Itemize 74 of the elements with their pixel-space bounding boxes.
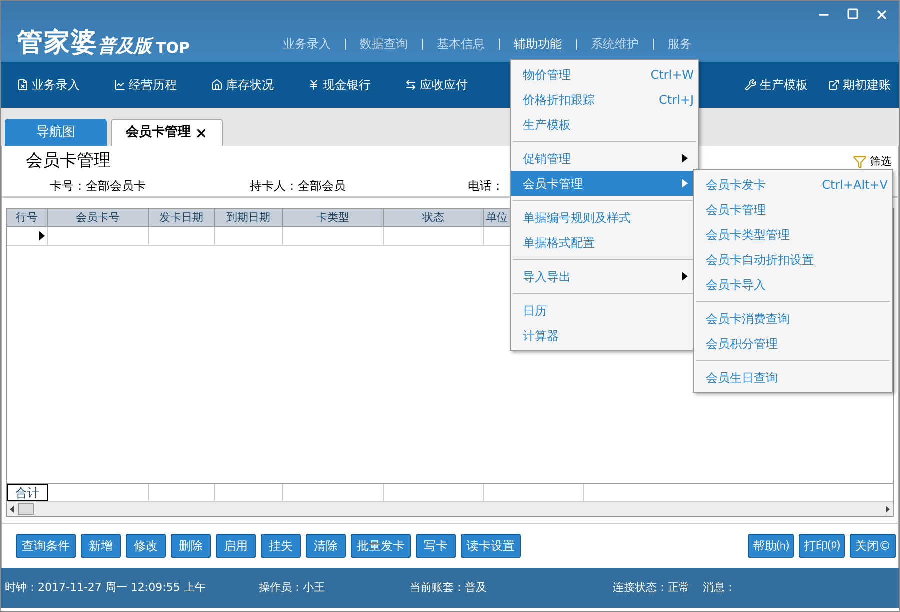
menu-item[interactable]: 会员卡类型管理	[694, 222, 892, 247]
toolbar-button[interactable]: 生产模板	[745, 76, 808, 94]
status-text: 消息：	[703, 580, 736, 596]
toolbar-button[interactable]: 现金银行	[308, 76, 371, 94]
menu-tab[interactable]: 系统维护	[589, 35, 641, 53]
edition-text: 普及版	[98, 38, 152, 56]
menu-item[interactable]: 会员生日查询	[694, 365, 892, 390]
action-button[interactable]: 打印⒫	[799, 534, 845, 558]
action-button[interactable]: 读卡设置	[461, 534, 521, 558]
arrows-icon	[405, 79, 417, 91]
toolbar-button[interactable]: 应收应付	[405, 76, 468, 94]
shortcut-text: Ctrl+Alt+V	[822, 176, 888, 194]
menu-tab[interactable]: 服务	[666, 35, 694, 53]
action-button[interactable]: 挂失	[261, 534, 301, 558]
house-icon	[211, 79, 223, 91]
toolbar-button[interactable]: 业务录入	[17, 76, 80, 94]
menu-tab[interactable]: 业务录入	[281, 35, 333, 53]
edition-suffix-text: TOP	[156, 41, 190, 56]
column-header: 到期日期	[215, 209, 283, 227]
status-text: 时钟：2017-11-27 周一 12:09:55 上午	[5, 580, 207, 596]
action-button[interactable]: 关闭©	[850, 534, 896, 558]
column-header: 行号	[7, 209, 48, 227]
action-button[interactable]: 帮助⒣	[748, 534, 794, 558]
tab[interactable]: 导航图	[5, 119, 107, 146]
menu-item[interactable]: 生产模板	[511, 112, 698, 137]
menu-item[interactable]: 会员卡消费查询	[694, 306, 892, 331]
menu-tab[interactable]: 辅助功能	[512, 35, 564, 53]
status-text: 操作员：小王	[259, 580, 326, 596]
action-button[interactable]: 批量发卡	[351, 534, 411, 558]
column-header: 会员卡号	[48, 209, 149, 227]
menu-item[interactable]: 促销管理	[511, 146, 698, 171]
close-icon[interactable]	[195, 126, 208, 140]
column-header: 卡类型	[283, 209, 384, 227]
maximize-icon[interactable]	[847, 8, 859, 20]
export-icon	[828, 79, 840, 91]
menu-item[interactable]: 物价管理 Ctrl+W	[511, 62, 698, 87]
tab[interactable]: 会员卡管理	[111, 119, 223, 146]
filter-text: 卡号：全部会员卡	[50, 178, 147, 195]
filter-icon	[853, 155, 867, 169]
logo-text: 管家婆	[17, 30, 98, 56]
yen-icon	[308, 79, 320, 91]
action-button[interactable]: 删除	[171, 534, 211, 558]
scrollbar-thumb[interactable]	[18, 503, 34, 515]
action-button[interactable]: 写卡	[416, 534, 456, 558]
filter-text: 持卡人：全部会员	[250, 178, 347, 195]
document-icon	[17, 79, 29, 91]
total-cell: 合计	[7, 484, 48, 501]
toolbar-button[interactable]: 期初建账	[828, 76, 891, 94]
toolbar-button[interactable]: 库存状况	[211, 76, 274, 94]
action-button[interactable]: 查询条件	[16, 534, 76, 558]
status-text: 当前账套：普及	[410, 580, 488, 596]
scroll-right-icon[interactable]	[886, 506, 890, 512]
action-button[interactable]: 启用	[216, 534, 256, 558]
filter-button[interactable]: 筛选	[853, 155, 892, 169]
menu-item[interactable]: 会员卡管理	[694, 197, 892, 222]
shortcut-text: Ctrl+J	[659, 92, 694, 108]
action-button[interactable]: 新增	[81, 534, 121, 558]
menu-tab[interactable]: 数据查询	[358, 35, 410, 53]
scroll-left-icon[interactable]	[10, 506, 14, 512]
toolbar-button[interactable]: 经营历程	[114, 76, 177, 94]
action-button[interactable]: 清除	[306, 534, 346, 558]
menu-item[interactable]: 会员积分管理	[694, 331, 892, 356]
column-header: 状态	[384, 209, 484, 227]
chart-icon	[114, 79, 126, 91]
filter-text: 电话：	[468, 178, 504, 195]
horizontal-scrollbar[interactable]	[7, 501, 893, 516]
menu-tab[interactable]: 基本信息	[435, 35, 487, 53]
shortcut-text: Ctrl+W	[650, 66, 694, 84]
wrench-icon	[745, 79, 757, 91]
column-header: 发卡日期	[149, 209, 215, 227]
status-text: 连接状态：正常	[613, 580, 691, 596]
action-button[interactable]: 修改	[126, 534, 166, 558]
page-title: 会员卡管理	[26, 150, 111, 172]
menu-item[interactable]: 价格折扣跟踪 Ctrl+J	[511, 87, 698, 112]
